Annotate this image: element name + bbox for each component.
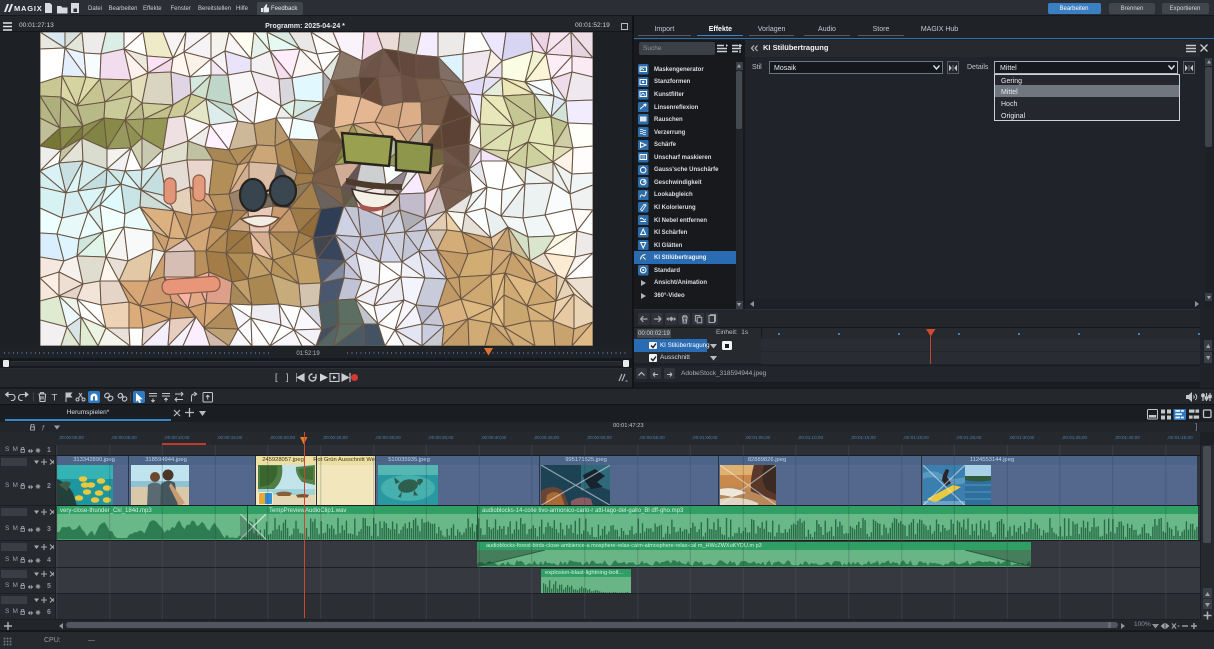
svg-text:f: f	[42, 425, 45, 431]
svg-text:T: T	[52, 392, 58, 403]
